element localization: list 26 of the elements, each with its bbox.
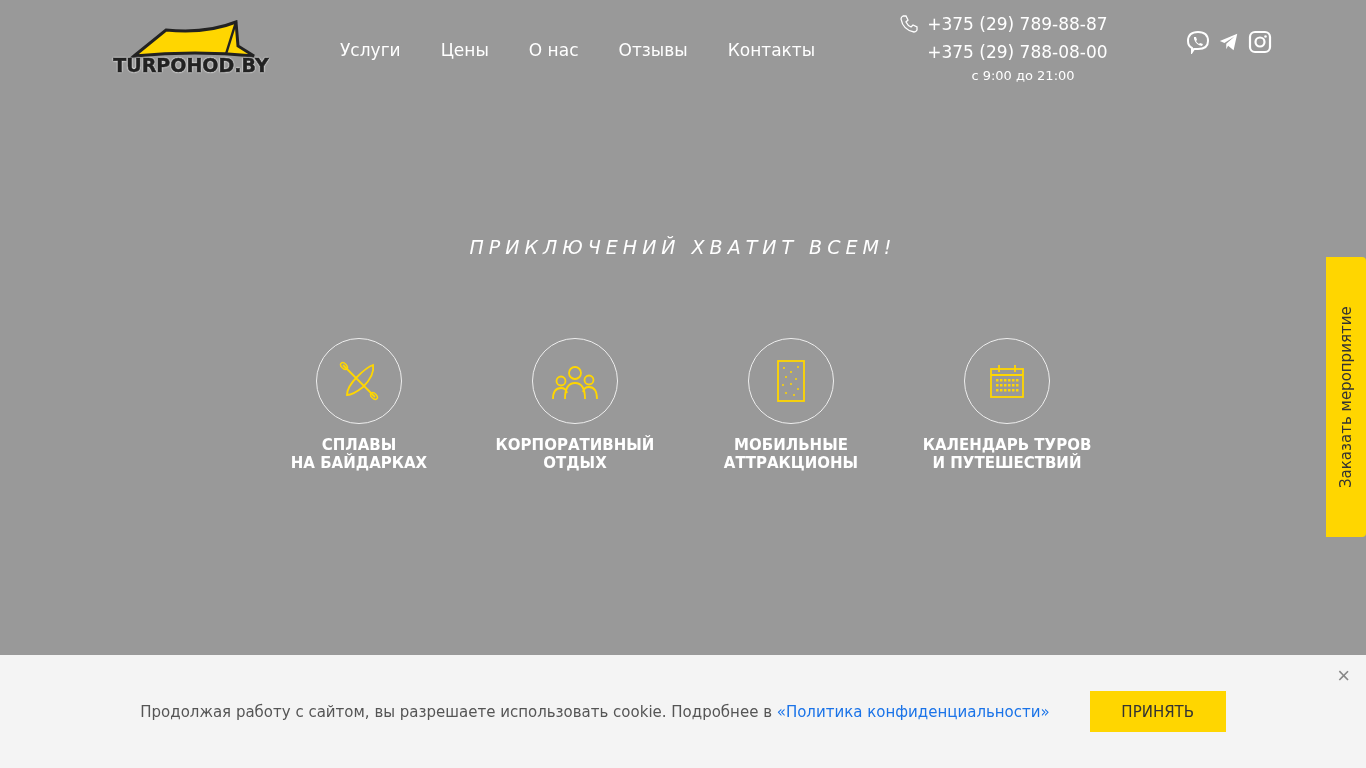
logo[interactable]: TURPOHOD.BY: [114, 20, 268, 76]
nav-link[interactable]: О нас: [528, 40, 579, 60]
nav-link[interactable]: Отзывы: [618, 40, 688, 60]
order-event-tab[interactable]: Заказать мероприятие: [1326, 257, 1366, 537]
privacy-policy-link[interactable]: «Политика конфиденциальности»: [776, 702, 1050, 721]
phone-icon: [899, 14, 920, 34]
instagram-icon[interactable]: [1247, 30, 1272, 54]
service-label[interactable]: СПЛАВЫ НА БАЙДАРКАХ: [290, 436, 428, 472]
kayak-icon: [339, 361, 379, 401]
nav-link[interactable]: Цены: [440, 40, 489, 60]
calendar-icon: [989, 363, 1025, 399]
phone-number[interactable]: +375 (29) 788-08-00: [927, 38, 1108, 66]
dotted-board-icon: [776, 359, 806, 403]
nav-link[interactable]: Контакты: [727, 40, 816, 60]
nav-link[interactable]: Услуги: [340, 40, 401, 60]
viber-icon[interactable]: [1185, 30, 1210, 54]
accept-button[interactable]: ПРИНЯТЬ: [1089, 691, 1226, 732]
service-label[interactable]: КОРПОРАТИВНЫЙ ОТДЫХ: [495, 436, 655, 472]
service-label[interactable]: МОБИЛЬНЫЕ АТТРАКЦИОНЫ: [723, 436, 859, 472]
cookie-notice: Продолжая работу с сайтом, вы разрешаете использовать cookie. Подробнее в «Политика конфиденциальности»: [140, 702, 1050, 721]
working-hours: с 9:00 до 21:00: [971, 67, 1075, 85]
logo-text: TURPOHOD.BY: [113, 54, 269, 76]
tagline: ПРИКЛЮЧЕНИЙ ХВАТИТ ВСЕМ!: [469, 236, 897, 258]
service-label[interactable]: КАЛЕНДАРЬ ТУРОВ И ПУТЕШЕСТВИЙ: [922, 436, 1092, 472]
close-button[interactable]: ×: [1333, 663, 1354, 689]
phone-number[interactable]: +375 (29) 789-88-87: [927, 10, 1108, 38]
